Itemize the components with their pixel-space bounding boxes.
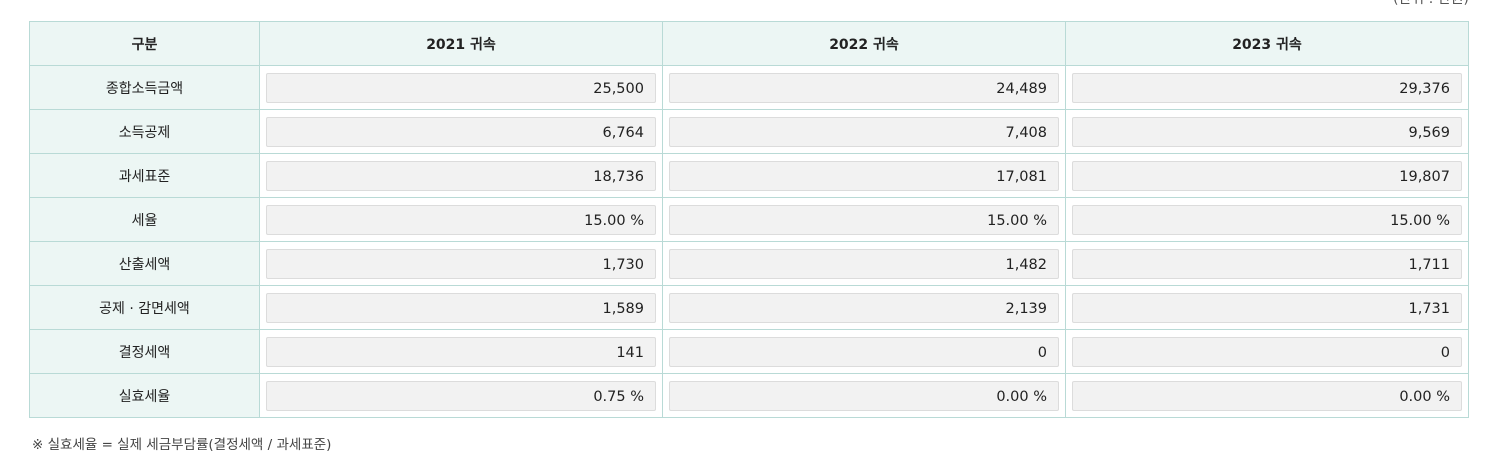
value-cell: 1,482 [662, 241, 1066, 286]
table-body: 종합소득금액 25,500 24,489 29,376 소득공제 6,764 7… [29, 65, 1469, 418]
value-field: 29,376 [1072, 72, 1462, 103]
row-label: 실효세율 [29, 373, 260, 418]
value-field: 7,408 [669, 116, 1059, 147]
value-cell: 1,711 [1065, 241, 1469, 286]
value-field: 0.75 % [266, 380, 656, 411]
table-header: 구분 2021 귀속 2022 귀속 2023 귀속 [29, 21, 1469, 66]
table-row-calculated-tax: 산출세액 1,730 1,482 1,711 [29, 241, 1469, 286]
value-cell: 1,589 [259, 285, 663, 330]
table-row-tax-rate: 세율 15.00 % 15.00 % 15.00 % [29, 197, 1469, 242]
value-field: 17,081 [669, 160, 1059, 191]
table-row-effective-rate: 실효세율 0.75 % 0.00 % 0.00 % [29, 373, 1469, 418]
row-label: 과세표준 [29, 153, 260, 198]
row-label: 공제 · 감면세액 [29, 285, 260, 330]
value-field: 141 [266, 336, 656, 367]
value-cell: 0 [1065, 329, 1469, 374]
table-row-tax-credit: 공제 · 감면세액 1,589 2,139 1,731 [29, 285, 1469, 330]
header-row: 구분 2021 귀속 2022 귀속 2023 귀속 [29, 21, 1469, 66]
value-field: 0 [1072, 336, 1462, 367]
value-cell: 0 [662, 329, 1066, 374]
header-year-2022: 2022 귀속 [662, 21, 1066, 66]
value-cell: 17,081 [662, 153, 1066, 198]
value-cell: 15.00 % [662, 197, 1066, 242]
value-cell: 0.00 % [662, 373, 1066, 418]
value-cell: 15.00 % [259, 197, 663, 242]
header-year-2021: 2021 귀속 [259, 21, 663, 66]
value-field: 0.00 % [669, 380, 1059, 411]
value-field: 1,731 [1072, 292, 1462, 323]
value-cell: 0.75 % [259, 373, 663, 418]
value-cell: 141 [259, 329, 663, 374]
row-label: 세율 [29, 197, 260, 242]
value-field: 15.00 % [1072, 204, 1462, 235]
footnote: ※ 실효세율 = 실제 세금부담률(결정세액 / 과세표준) [32, 437, 332, 453]
value-cell: 0.00 % [1065, 373, 1469, 418]
value-cell: 24,489 [662, 65, 1066, 110]
value-field: 6,764 [266, 116, 656, 147]
value-cell: 29,376 [1065, 65, 1469, 110]
value-field: 24,489 [669, 72, 1059, 103]
value-field: 9,569 [1072, 116, 1462, 147]
value-field: 0 [669, 336, 1059, 367]
header-category: 구분 [29, 21, 260, 66]
value-field: 0.00 % [1072, 380, 1462, 411]
value-cell: 7,408 [662, 109, 1066, 154]
value-field: 2,139 [669, 292, 1059, 323]
value-field: 1,711 [1072, 248, 1462, 279]
value-cell: 25,500 [259, 65, 663, 110]
value-field: 15.00 % [669, 204, 1059, 235]
row-label: 소득공제 [29, 109, 260, 154]
value-cell: 15.00 % [1065, 197, 1469, 242]
unit-note: (단위 : 만원) [1393, 0, 1469, 8]
value-field: 25,500 [266, 72, 656, 103]
value-cell: 6,764 [259, 109, 663, 154]
table-row-tax-base: 과세표준 18,736 17,081 19,807 [29, 153, 1469, 198]
row-label: 결정세액 [29, 329, 260, 374]
value-field: 19,807 [1072, 160, 1462, 191]
value-field: 18,736 [266, 160, 656, 191]
value-field: 1,730 [266, 248, 656, 279]
value-cell: 1,730 [259, 241, 663, 286]
row-label: 산출세액 [29, 241, 260, 286]
table-row-income-deduction: 소득공제 6,764 7,408 9,569 [29, 109, 1469, 154]
value-cell: 19,807 [1065, 153, 1469, 198]
value-cell: 1,731 [1065, 285, 1469, 330]
value-cell: 9,569 [1065, 109, 1469, 154]
header-year-2023: 2023 귀속 [1065, 21, 1469, 66]
value-cell: 18,736 [259, 153, 663, 198]
table-row-determined-tax: 결정세액 141 0 0 [29, 329, 1469, 374]
row-label: 종합소득금액 [29, 65, 260, 110]
table-row-total-income: 종합소득금액 25,500 24,489 29,376 [29, 65, 1469, 110]
value-cell: 2,139 [662, 285, 1066, 330]
value-field: 1,482 [669, 248, 1059, 279]
tax-summary-table: 구분 2021 귀속 2022 귀속 2023 귀속 종합소득금액 25,500… [29, 21, 1469, 418]
value-field: 15.00 % [266, 204, 656, 235]
value-field: 1,589 [266, 292, 656, 323]
